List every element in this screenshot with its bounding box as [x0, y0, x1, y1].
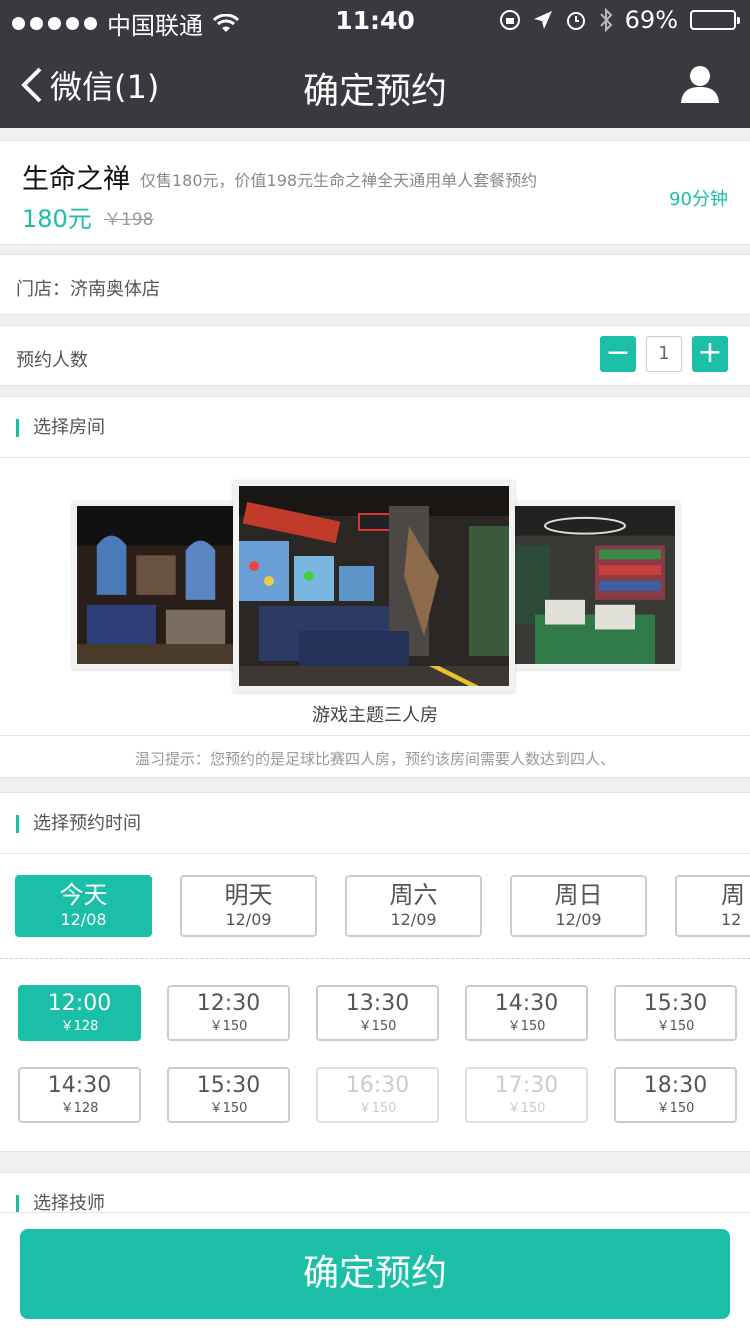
bluetooth-icon [599, 8, 613, 32]
time-slot-grid: 12:00 ￥128 12:30 ￥150 13:30 ￥150 14:30 ￥150 … [18, 985, 748, 1123]
day-today[interactable]: 今天 12/08 [15, 875, 152, 937]
slot-time: 12:00 [47, 991, 112, 1016]
day-label: 今天 [59, 881, 108, 909]
day-label: 明天 [224, 881, 273, 909]
product-name: 生命之禅 [22, 164, 130, 195]
slot-price: ￥150 [358, 1101, 397, 1116]
room-image-selected[interactable] [233, 480, 515, 692]
slot-price: ￥150 [507, 1019, 546, 1034]
divider [0, 853, 750, 854]
decrease-button[interactable]: − [600, 336, 636, 372]
store-row: 门店：济南奥体店 [0, 254, 750, 315]
day-date: 12/09 [390, 910, 437, 929]
people-count[interactable]: 1 [646, 336, 682, 372]
slot-price: ￥128 [60, 1101, 99, 1116]
day-date: 12/08 [60, 910, 107, 929]
day-selector: 今天 12/08 明天 12/09 周六 12/09 周日 12/09 周 12 [15, 875, 750, 937]
slot-time: 15:30 [643, 991, 708, 1016]
room-image-left[interactable] [72, 501, 240, 669]
room-section-title: 选择房间 [16, 419, 105, 437]
time-slot[interactable]: 14:30 ￥150 [465, 985, 588, 1041]
slot-time: 12:30 [196, 991, 261, 1016]
room-image-right[interactable] [510, 501, 680, 669]
time-slot[interactable]: 15:30 ￥150 [167, 1067, 290, 1123]
slot-price: ￥150 [507, 1101, 546, 1116]
product-price: 180元 [22, 205, 92, 233]
page-title: 确定预约 [302, 71, 447, 112]
day-date: 12/09 [225, 910, 272, 929]
time-section: 选择预约时间 今天 12/08 明天 12/09 周六 12/09 周日 12/… [0, 792, 750, 1152]
time-slot-disabled: 17:30 ￥150 [465, 1067, 588, 1123]
time-slot[interactable]: 18:30 ￥150 [614, 1067, 737, 1123]
slot-time: 16:30 [345, 1073, 410, 1098]
slot-time: 18:30 [643, 1073, 708, 1098]
day-tomorrow[interactable]: 明天 12/09 [180, 875, 317, 937]
time-slot[interactable]: 13:30 ￥150 [316, 985, 439, 1041]
day-sunday[interactable]: 周日 12/09 [510, 875, 647, 937]
slot-price: ￥150 [358, 1019, 397, 1034]
location-icon [533, 11, 552, 29]
time-slot[interactable]: 15:30 ￥150 [614, 985, 737, 1041]
nav-bar: 微信(1) 确定预约 [0, 40, 750, 128]
people-stepper: − 1 + [600, 336, 728, 372]
time-slot-disabled: 16:30 ￥150 [316, 1067, 439, 1123]
dashed-divider [0, 958, 750, 959]
divider [0, 735, 750, 736]
slot-time: 14:30 [494, 991, 559, 1016]
selected-room-name: 游戏主题三人房 [312, 705, 438, 726]
product-duration: 90分钟 [669, 189, 728, 210]
slot-price: ￥150 [209, 1019, 248, 1034]
slot-time: 15:30 [196, 1073, 261, 1098]
day-label: 周 [721, 881, 745, 909]
top-bar: 中国联通 11:40 69% 微信(1) 确定预约 [0, 0, 750, 128]
slot-time: 13:30 [345, 991, 410, 1016]
day-saturday[interactable]: 周六 12/09 [345, 875, 482, 937]
slot-time: 17:30 [494, 1073, 559, 1098]
room-section: 选择房间 游戏主题三人房 温习提示：您预约的是足球比赛四人房，预约该房间需要人数… [0, 396, 750, 778]
time-slot[interactable]: 12:00 ￥128 [18, 985, 141, 1041]
user-icon[interactable] [680, 64, 720, 104]
people-row: 预约人数 − 1 + [0, 325, 750, 386]
product-description: 仅售180元，价值198元生命之禅全天通用单人套餐预约 [140, 171, 538, 190]
technician-section-title: 选择技师 [16, 1195, 105, 1213]
slot-price: ￥150 [656, 1101, 695, 1116]
store-label: 门店：济南奥体店 [16, 279, 160, 300]
time-slot[interactable]: 12:30 ￥150 [167, 985, 290, 1041]
slot-time: 14:30 [47, 1073, 112, 1098]
people-label: 预约人数 [16, 350, 88, 371]
day-label: 周日 [554, 881, 603, 909]
room-tip: 温习提示：您预约的是足球比赛四人房，预约该房间需要人数达到四人、 [134, 750, 615, 768]
day-next[interactable]: 周 12 [675, 875, 750, 937]
increase-button[interactable]: + [692, 336, 728, 372]
battery-icon [690, 10, 740, 30]
slot-price: ￥150 [209, 1101, 248, 1116]
footer-bar: 确定预约 [0, 1212, 750, 1334]
status-bar: 中国联通 11:40 69% [0, 0, 750, 40]
day-date: 12 [721, 910, 742, 929]
day-label: 周六 [389, 881, 438, 909]
product-card: 生命之禅 仅售180元，价值198元生命之禅全天通用单人套餐预约 180元 ￥1… [0, 140, 750, 245]
rotation-lock-icon [499, 10, 520, 30]
confirm-booking-button[interactable]: 确定预约 [20, 1229, 730, 1319]
alarm-icon [566, 12, 585, 30]
time-section-title: 选择预约时间 [16, 815, 141, 833]
divider [0, 457, 750, 458]
slot-price: ￥150 [656, 1019, 695, 1034]
day-date: 12/09 [555, 910, 602, 929]
time-slot[interactable]: 14:30 ￥128 [18, 1067, 141, 1123]
battery-percent: 69% [624, 6, 678, 34]
slot-price: ￥128 [60, 1019, 99, 1034]
product-original-price: ￥198 [104, 210, 154, 230]
